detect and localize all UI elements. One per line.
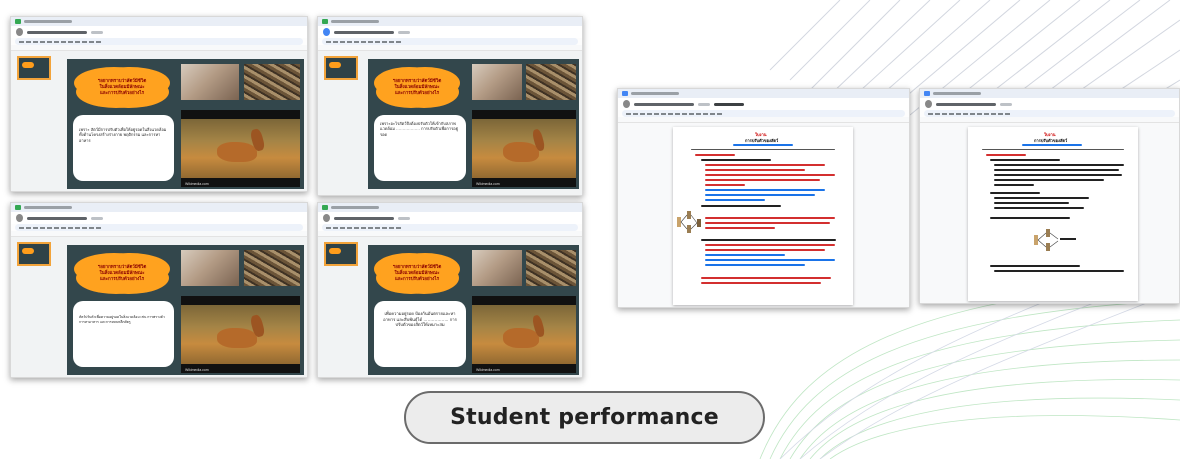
snake-photo <box>244 250 300 286</box>
worksheet-subheading: การปรับตัวของสัตว์ <box>745 138 779 143</box>
rat-photo <box>472 250 522 286</box>
worksheet-doc-screenshot-2: ใบงาน การปรับตัวของสัตว์ <box>919 88 1180 304</box>
slide: ฯอยากทราบว่าสัตว์มีชีวิต ในสิ่งแวดล้อมมี… <box>368 59 579 189</box>
deer-photo: Wikimedia.com <box>472 296 576 373</box>
food-chain-diagram <box>677 211 701 233</box>
slide: ฯอยากทราบว่าสัตว์มีชีวิต ในสิ่งแวดล้อมมี… <box>67 245 304 375</box>
question-cloud: ฯอยากทราบว่าสัตว์มีชีวิต ในสิ่งแวดล้อมมี… <box>380 255 454 291</box>
food-chain-diagram <box>1034 229 1076 251</box>
answer-box[interactable]: เพราะอะไรสัตว์จึงต้องปรับตัวให้เข้ากับสภ… <box>374 115 466 181</box>
student-slide-screenshot-4: ฯอยากทราบว่าสัตว์มีชีวิต ในสิ่งแวดล้อมมี… <box>317 202 583 378</box>
student-slide-screenshot-3: ฯอยากทราบว่าสัตว์มีชีวิต ในสิ่งแวดล้อมมี… <box>10 202 308 378</box>
student-slide-screenshot-1: ฯอยากทราบว่าสัตว์มีชีวิต ในสิ่งแวดล้อมมี… <box>10 16 308 192</box>
answer-box[interactable]: สัตว์ปรับตัวเพื่อความอยู่รอดในสิ่งแวดล้อ… <box>73 301 174 367</box>
slide-thumbnail[interactable] <box>324 56 358 80</box>
question-cloud: ฯอยากทราบว่าสัตว์มีชีวิต ในสิ่งแวดล้อมมี… <box>380 69 454 105</box>
answer-box[interactable]: เพราะ สัตว์มีการปรับตัวเพื่อให้อยู่รอดใน… <box>73 115 174 181</box>
rat-photo <box>181 250 239 286</box>
student-slide-screenshot-2: ฯอยากทราบว่าสัตว์มีชีวิต ในสิ่งแวดล้อมมี… <box>317 16 583 196</box>
deer-photo: Wikimedia.com <box>181 296 300 373</box>
slide: ฯอยากทราบว่าสัตว์มีชีวิต ในสิ่งแวดล้อมมี… <box>67 59 304 189</box>
deer-photo: Wikimedia.com <box>181 110 300 187</box>
slide-thumbnail[interactable] <box>17 242 51 266</box>
rat-photo <box>181 64 239 100</box>
question-cloud: ฯอยากทราบว่าสัตว์มีชีวิต ในสิ่งแวดล้อมมี… <box>80 69 164 105</box>
slide-thumbnail[interactable] <box>17 56 51 80</box>
worksheet-subheading: การปรับตัวของสัตว์ <box>1034 138 1068 143</box>
snake-photo <box>526 250 576 286</box>
deer-photo: Wikimedia.com <box>472 110 576 187</box>
rat-photo <box>472 64 522 100</box>
student-performance-label: Student performance <box>404 391 765 444</box>
slide: ฯอยากทราบว่าสัตว์มีชีวิต ในสิ่งแวดล้อมมี… <box>368 245 579 375</box>
snake-photo <box>244 64 300 100</box>
slide-thumbnail[interactable] <box>324 242 358 266</box>
worksheet-doc-screenshot-1: ใบงาน การปรับตัวของสัตว์ <box>617 88 910 308</box>
snake-photo <box>526 64 576 100</box>
document-page: ใบงาน การปรับตัวของสัตว์ <box>673 127 853 305</box>
document-page: ใบงาน การปรับตัวของสัตว์ <box>968 127 1138 301</box>
question-cloud: ฯอยากทราบว่าสัตว์มีชีวิต ในสิ่งแวดล้อมมี… <box>80 255 164 291</box>
answer-box[interactable]: เพื่อความอยู่รอด ป้องกันอันตรายและหาอาหา… <box>374 301 466 367</box>
